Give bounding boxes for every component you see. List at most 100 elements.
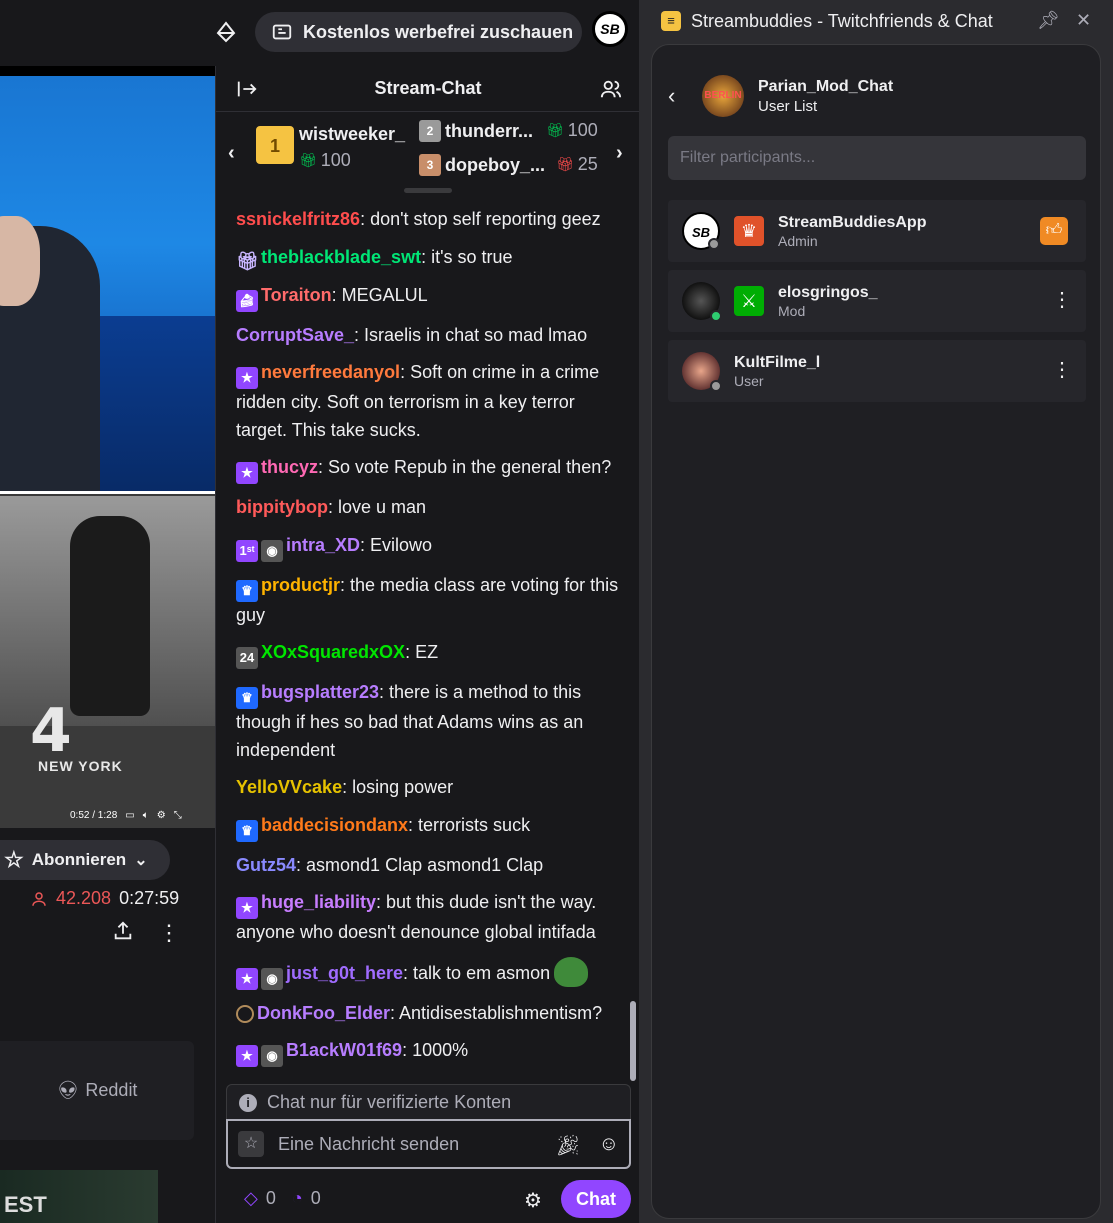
participant-row[interactable]: KultFilme_l User ⋮ xyxy=(668,340,1086,402)
cake-badge-icon[interactable]: 🍰︎ xyxy=(236,289,258,312)
chevron-left-icon[interactable]: ‹ xyxy=(228,142,235,165)
share-icon[interactable] xyxy=(112,920,134,942)
chat-message: ♛ productjr: the media class are voting f… xyxy=(236,572,624,630)
chat-username[interactable]: productjr xyxy=(261,575,340,595)
captions-icon[interactable]: ▭ xyxy=(125,810,134,821)
chat-username[interactable]: just_g0t_here xyxy=(286,963,403,983)
prime-badge-icon[interactable]: ★ xyxy=(236,967,258,990)
rank-2-gift-icon: 2 xyxy=(419,120,441,142)
chat-title: Stream-Chat xyxy=(374,78,482,98)
more-options-icon[interactable]: ⋮ xyxy=(158,920,180,946)
prime-badge-icon[interactable]: ★ xyxy=(236,367,258,389)
prime-badge-icon[interactable]: ★ xyxy=(236,1045,258,1067)
ad-free-icon xyxy=(272,24,292,40)
ring-badge-icon[interactable] xyxy=(236,1004,254,1023)
user-avatar[interactable]: SB xyxy=(592,11,628,47)
chat-settings-icon[interactable]: ⚙︎ xyxy=(524,1188,542,1213)
chevron-right-icon[interactable]: › xyxy=(616,142,623,165)
chat-username[interactable]: baddecisiondanx xyxy=(261,815,408,835)
chat-message-text: : love u man xyxy=(327,497,427,517)
chat-username[interactable]: bippitybop xyxy=(236,497,328,517)
leaderboard-drag-handle[interactable] xyxy=(404,188,452,193)
send-chat-button[interactable]: Chat xyxy=(561,1180,631,1218)
chat-username[interactable]: ssnickelfritz86 xyxy=(236,209,360,229)
star-icon[interactable]: ☆ xyxy=(238,1131,264,1157)
prime-badge-icon[interactable]: ★ xyxy=(236,462,258,484)
prime-badge-icon[interactable]: ★ xyxy=(236,897,258,919)
community-icon[interactable] xyxy=(600,78,622,100)
chat-message: DonkFoo_Elder: Antidisestablishmentism? xyxy=(236,1000,624,1028)
chat-username[interactable]: intra_XD xyxy=(286,535,360,555)
channel-actions: ⋮ xyxy=(112,920,180,946)
info-icon: i xyxy=(239,1093,257,1112)
subscriber-crown-icon[interactable]: ♛ xyxy=(236,579,258,602)
chat-username[interactable]: neverfreedanyol xyxy=(261,362,400,382)
chat-message: ♛ bugsplatter23: there is a method to thi… xyxy=(236,679,624,764)
channel-logo-number: 4 xyxy=(30,696,72,766)
close-icon[interactable]: ✕ xyxy=(1076,10,1091,31)
leaderboard-user[interactable]: 3 dopeboy_... xyxy=(419,154,545,176)
gift-value: 25 xyxy=(577,154,598,174)
verified-accounts-notice: i Chat nur für verifizierte Konten xyxy=(226,1084,631,1120)
settings-icon[interactable]: ⚙︎ xyxy=(157,810,166,821)
channel-badge-icon[interactable]: ◉ xyxy=(261,967,283,990)
subscriber-crown-icon[interactable]: ♛ xyxy=(236,819,258,842)
more-options-icon[interactable]: ⋮ xyxy=(1052,357,1072,382)
chat-message-input[interactable]: ☆ Eine Nachricht senden 🎉︎ ☺ xyxy=(226,1119,631,1169)
sword-badge-icon: ⚔︎ xyxy=(734,286,764,316)
filter-participants-input[interactable] xyxy=(668,136,1086,180)
chat-username[interactable]: bugsplatter23 xyxy=(261,682,379,702)
emoji-icon[interactable]: ☺ xyxy=(599,1133,619,1158)
chat-username[interactable]: CorruptSave_ xyxy=(236,325,354,345)
chat-username[interactable]: huge_liability xyxy=(261,892,376,912)
viewer-count: 42.208 xyxy=(56,888,112,908)
chat-scrollbar[interactable] xyxy=(630,1001,636,1081)
minimize-icon[interactable]: ⤡ xyxy=(174,810,182,821)
subscriber-crown-icon[interactable]: ♛ xyxy=(236,687,258,709)
bits-balance[interactable]: ◇ 0 ◔ 0 xyxy=(244,1188,321,1209)
party-popper-icon[interactable]: 🎉︎ xyxy=(555,1133,580,1158)
leaderboard-user[interactable]: wistweeker_ xyxy=(299,124,405,145)
chat-username[interactable]: thucyz xyxy=(261,457,318,477)
year-badge-icon[interactable]: 24 xyxy=(236,647,258,669)
status-indicator xyxy=(708,238,720,250)
video-time: 0:52 / 1:28 xyxy=(70,810,118,821)
chat-username[interactable]: Toraiton xyxy=(261,285,332,305)
pin-icon[interactable]: 📌︎ xyxy=(1037,10,1060,31)
chevron-down-icon: ⌄ xyxy=(134,852,148,869)
chat-message-text: : Israelis in chat so mad lmao xyxy=(354,324,588,345)
bits-count: 0 xyxy=(265,1188,276,1208)
video-player[interactable]: 4 NEW YORK 0:52 / 1:28 ▭ 🔈︎ ⚙︎ ⤡ xyxy=(0,66,215,828)
leaderboard-user[interactable]: 2 thunderr... xyxy=(419,120,533,142)
chat-username[interactable]: theblackblade_swt xyxy=(261,247,421,267)
chat-username[interactable]: DonkFoo_Elder xyxy=(257,1003,390,1023)
thumbs-up-icon[interactable]: 👍︎ xyxy=(1040,217,1068,245)
channel-badge-icon[interactable]: ◉ xyxy=(261,539,283,562)
chat-username[interactable]: Gutz54 xyxy=(236,855,296,875)
leaderboard-value: 🎁︎ 100 xyxy=(546,120,598,141)
ad-free-promo-button[interactable]: Kostenlos werbefrei zuschauen xyxy=(255,12,582,52)
chat-username[interactable]: XOxSquaredxOX xyxy=(261,642,405,662)
collapse-chat-icon[interactable] xyxy=(236,78,258,100)
participant-row[interactable]: SB ♛ StreamBuddiesApp Admin 👍︎ xyxy=(668,200,1086,262)
subscribe-button[interactable]: ☆ Abonnieren ⌄ xyxy=(0,840,170,880)
first-badge-icon[interactable]: 1ˢᵗ xyxy=(236,539,258,562)
gift-badge-icon[interactable]: 🎁︎ xyxy=(236,250,259,272)
chat-username[interactable]: B1ackW01f69 xyxy=(286,1040,402,1060)
reddit-link[interactable]: 👽︎ Reddit xyxy=(0,1041,194,1140)
bits-diamond-icon[interactable] xyxy=(214,20,238,44)
gift-value: 100 xyxy=(567,120,598,140)
video-thumbnail[interactable]: EST xyxy=(0,1170,158,1223)
rank-3-gift-icon: 3 xyxy=(419,154,441,176)
more-options-icon[interactable]: ⋮ xyxy=(1052,287,1072,312)
chat-username[interactable]: YelloVVcake xyxy=(236,777,342,797)
room-header: ‹ BERLIN Parian_Mod_Chat User List xyxy=(668,65,1086,127)
participant-row[interactable]: ⚔︎ elosgringos_ Mod ⋮ xyxy=(668,270,1086,332)
back-arrow-icon[interactable]: ‹ xyxy=(668,83,688,109)
chat-message: ★ ◉ just_g0t_here: talk to em asmon xyxy=(236,956,624,990)
channel-badge-icon[interactable]: ◉ xyxy=(261,1045,283,1067)
chat-message: 24 XOxSquaredxOX: EZ xyxy=(236,639,624,669)
volume-icon[interactable]: 🔈︎ xyxy=(143,810,149,821)
gift-leaderboard: ‹ 1 wistweeker_ 🎁︎ 100 2 thunderr... 🎁︎ … xyxy=(216,112,640,196)
pepe-emote-icon[interactable] xyxy=(554,956,589,987)
